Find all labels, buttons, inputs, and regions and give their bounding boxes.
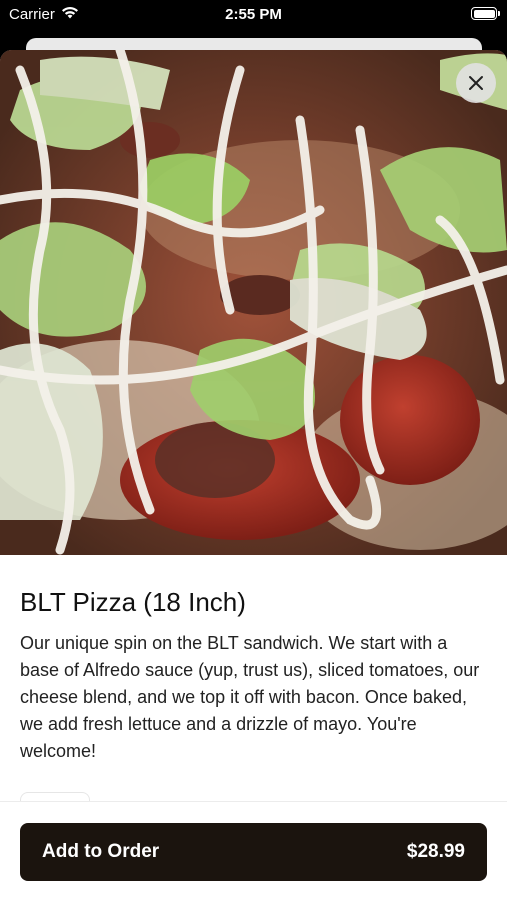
status-bar: Carrier 2:55 PM: [0, 0, 507, 32]
close-button[interactable]: [456, 63, 496, 103]
price-label: $28.99: [406, 841, 465, 862]
order-footer: Add to Order $28.99: [0, 801, 507, 900]
add-to-order-label: Add to Order: [42, 841, 160, 862]
item-title: BLT Pizza (18 Inch): [20, 587, 246, 617]
add-to-order-button[interactable]: Add to Order $28.99: [20, 823, 487, 881]
close-icon: [468, 75, 484, 91]
item-description: Our unique spin on the BLT sandwich. We …: [20, 633, 480, 761]
status-time: 2:55 PM: [225, 6, 282, 23]
battery-icon: [471, 7, 500, 20]
item-detail-sheet: BLT Pizza (18 Inch) Our unique spin on t…: [0, 50, 507, 900]
item-photo: [0, 50, 507, 555]
